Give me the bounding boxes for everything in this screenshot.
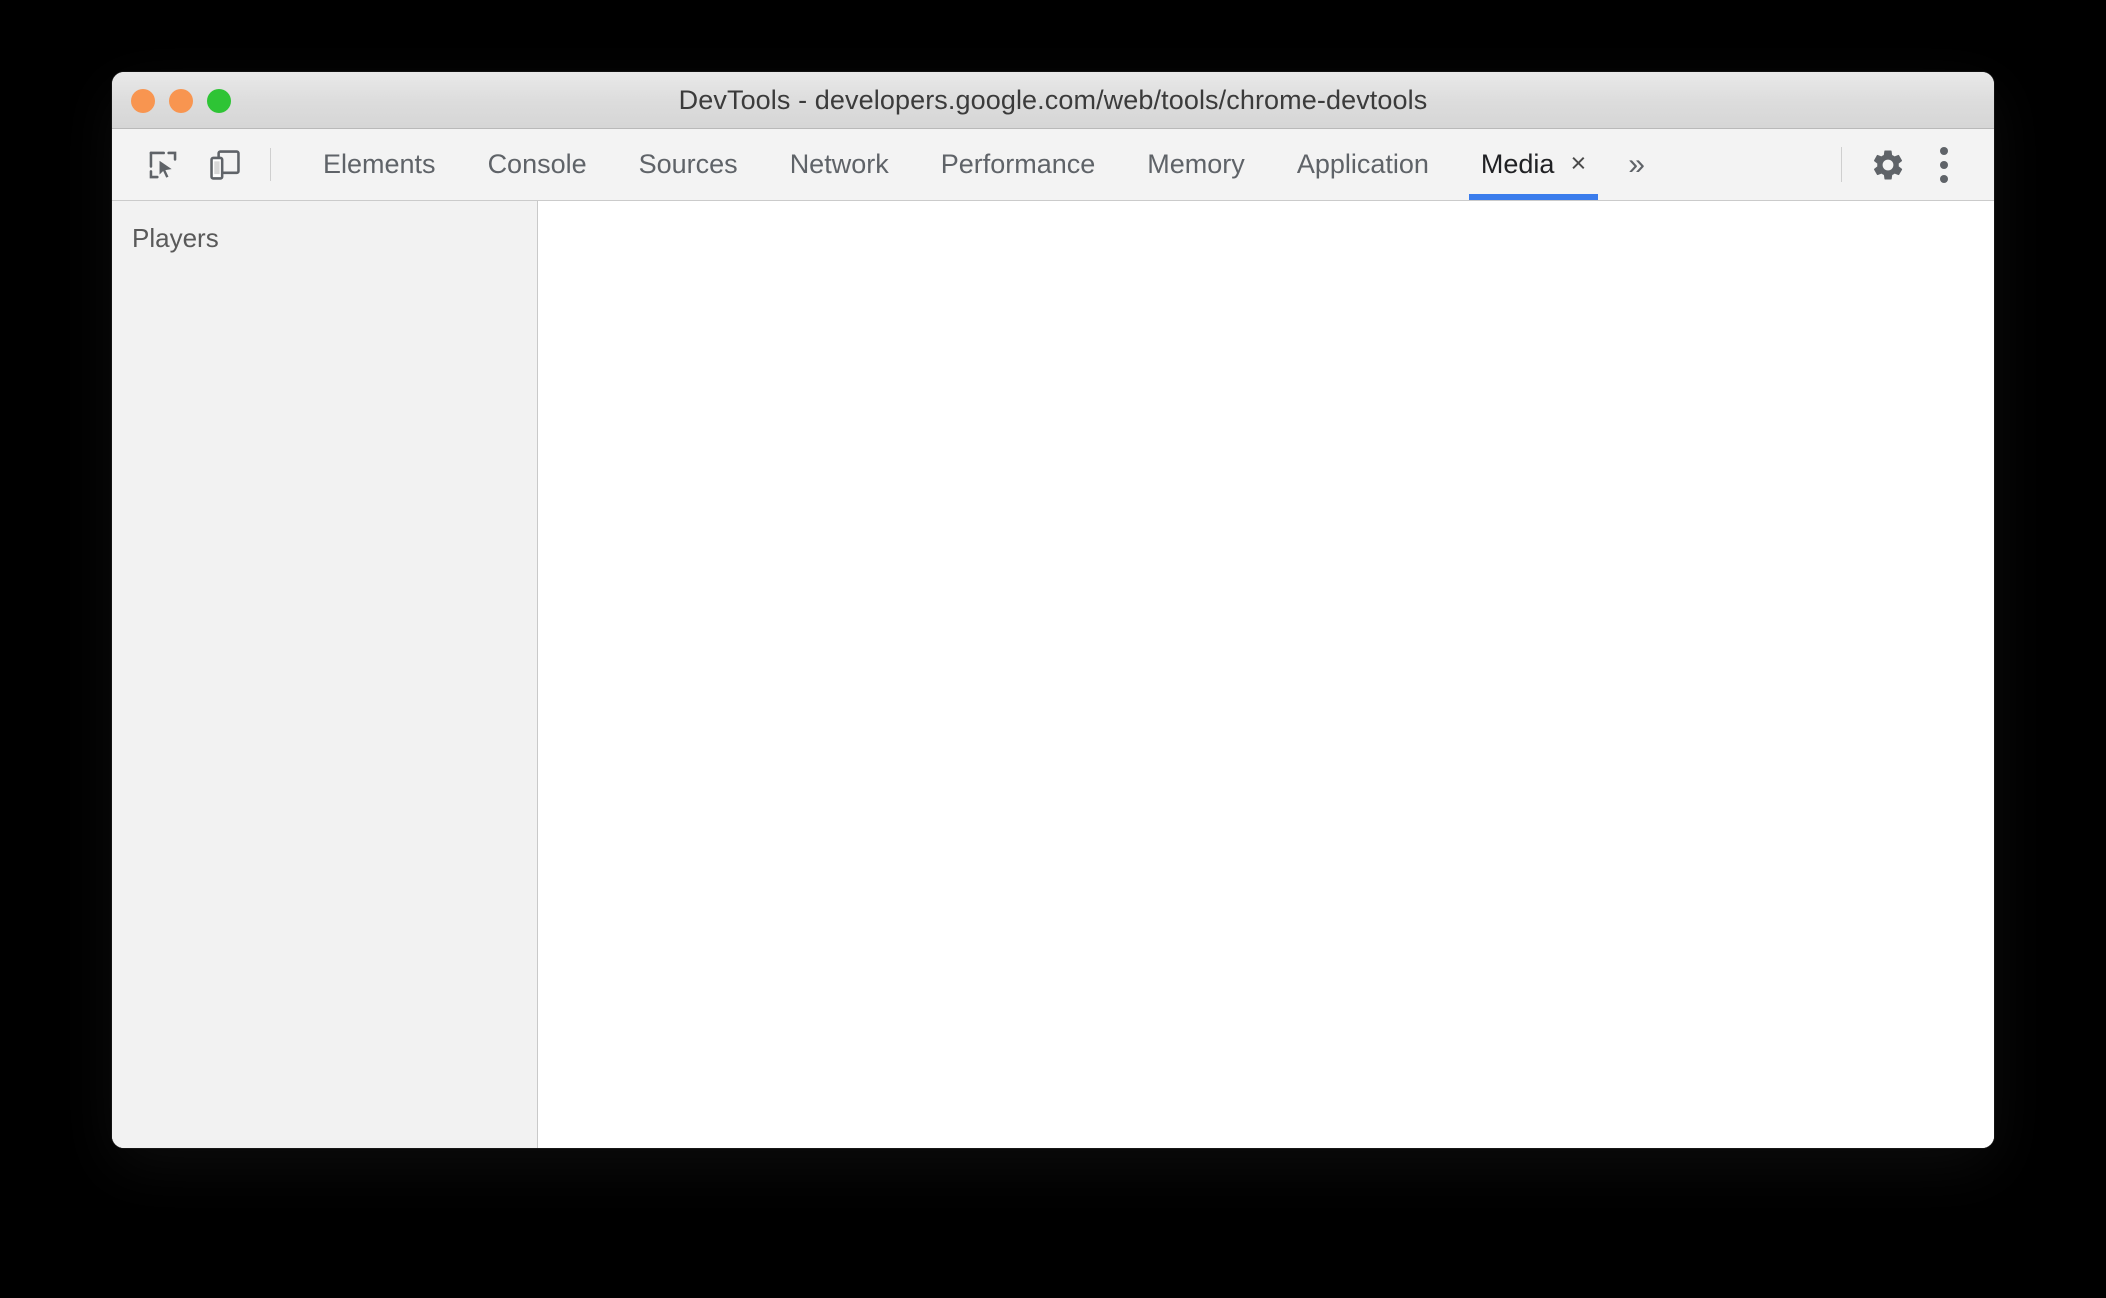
tab-performance[interactable]: Performance: [915, 129, 1122, 200]
tab-memory-label: Memory: [1147, 149, 1245, 179]
gear-icon-glyph: [1874, 150, 1903, 179]
media-main-content: [538, 201, 1994, 1148]
tab-elements-label: Elements: [323, 149, 436, 179]
players-sidebar: Players: [112, 201, 538, 1148]
toolbar-divider: [270, 148, 271, 181]
three-dots-vertical-icon[interactable]: [1916, 129, 1972, 200]
active-tab-indicator: [1468, 194, 1599, 200]
devtools-toolbar: Elements Console Sources Network Perform…: [112, 129, 1994, 201]
players-sidebar-header: Players: [132, 223, 219, 253]
close-button[interactable]: [131, 88, 155, 113]
tab-console[interactable]: Console: [462, 129, 613, 200]
device-toolbar-icon-glyph: [210, 149, 240, 180]
device-toolbar-icon[interactable]: [194, 129, 256, 200]
tab-sources-label: Sources: [638, 149, 738, 179]
panel-tab-strip: Elements Console Sources Network Perform…: [297, 129, 1659, 200]
tab-performance-label: Performance: [940, 149, 1096, 179]
inspect-element-icon[interactable]: [132, 129, 194, 200]
tab-media[interactable]: Media ×: [1455, 129, 1612, 200]
media-panel: Players: [112, 201, 1994, 1148]
tab-network-label: Network: [789, 149, 889, 179]
window-controls: [131, 72, 231, 129]
tab-elements[interactable]: Elements: [297, 129, 462, 200]
tab-media-label: Media: [1480, 149, 1555, 179]
devtools-window: DevTools - developers.google.com/web/too…: [112, 72, 1994, 1148]
tab-memory[interactable]: Memory: [1121, 129, 1271, 200]
three-dots-vertical-icon-glyph: [1940, 146, 1948, 183]
toolbar-right-actions: [1823, 129, 1994, 200]
gear-icon[interactable]: [1860, 129, 1916, 200]
window-title: DevTools - developers.google.com/web/too…: [678, 84, 1428, 115]
tab-network[interactable]: Network: [764, 129, 915, 200]
more-tabs-icon[interactable]: »: [1612, 129, 1659, 200]
tab-application-label: Application: [1296, 149, 1429, 179]
close-icon[interactable]: ×: [1570, 150, 1586, 177]
tab-application[interactable]: Application: [1271, 129, 1455, 200]
inspect-element-icon-glyph: [149, 151, 177, 179]
window-titlebar: DevTools - developers.google.com/web/too…: [112, 72, 1994, 129]
tab-sources[interactable]: Sources: [613, 129, 764, 200]
maximize-button[interactable]: [207, 88, 231, 113]
empty-state-message: [538, 201, 1994, 257]
toolbar-right-divider: [1841, 147, 1842, 182]
minimize-button[interactable]: [169, 88, 193, 113]
tab-console-label: Console: [487, 149, 587, 179]
